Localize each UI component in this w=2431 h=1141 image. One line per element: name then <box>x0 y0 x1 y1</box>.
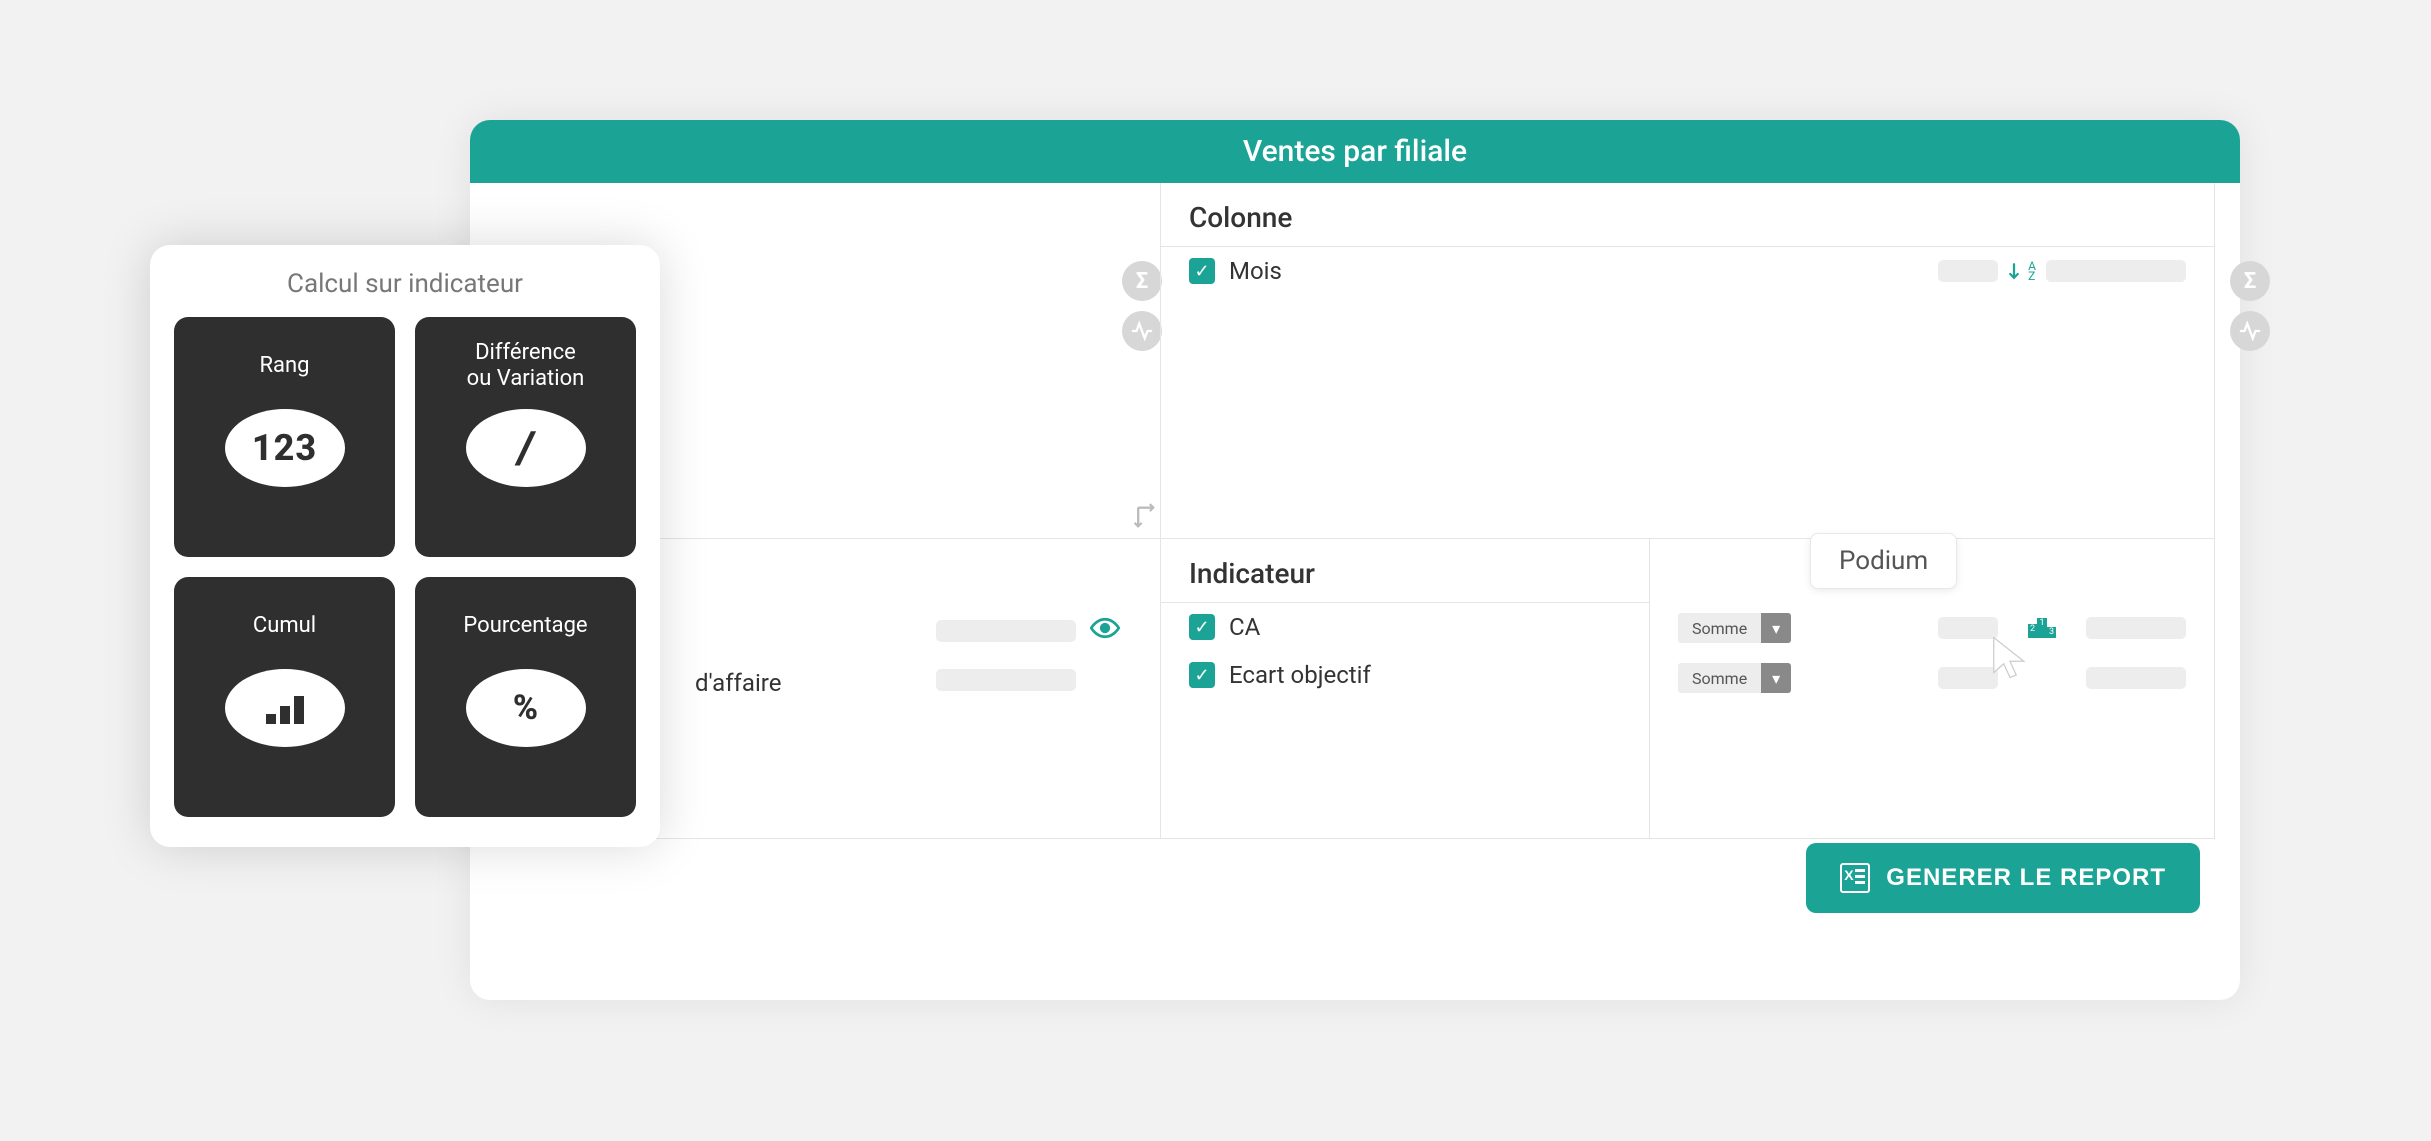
colonne-section: Colonne ✓ Mois AZ <box>1160 183 2215 539</box>
eye-icon[interactable] <box>1090 613 1120 649</box>
placeholder-pill <box>1938 617 1998 639</box>
calc-tile-rang[interactable]: Rang 123 <box>174 317 395 557</box>
builder-body: Σ Σ Colonne ✓ Mois AZ <box>470 183 2240 953</box>
placeholder-pill <box>2046 260 2186 282</box>
calcul-indicateur-panel: Calcul sur indicateur Rang 123 Différenc… <box>150 245 660 847</box>
indicateur-item-ecart[interactable]: ✓ Ecart objectif <box>1161 651 1649 699</box>
calc-tile-difference[interactable]: Différence ou Variation / <box>415 317 636 557</box>
podium-icon[interactable]: 213 <box>2028 618 2056 638</box>
swap-axes-icon[interactable] <box>1130 503 1158 537</box>
calcul-panel-title: Calcul sur indicateur <box>174 269 636 299</box>
caret-down-icon: ▾ <box>1761 613 1791 643</box>
calc-tile-symbol: % <box>466 669 586 747</box>
placeholder-pill <box>2086 667 2186 689</box>
ligne-item-label-peek: d'affaire <box>695 669 781 697</box>
checkbox-checked-icon[interactable]: ✓ <box>1189 614 1215 640</box>
calc-tile-label: Pourcentage <box>463 599 587 653</box>
pulse-right-button[interactable] <box>2230 311 2270 351</box>
calc-tile-symbol: / <box>466 409 586 487</box>
cursor-icon <box>1990 635 2030 689</box>
sort-az-icon[interactable]: AZ <box>2008 260 2036 282</box>
indicateur-section: Indicateur ✓ CA ✓ Ecart objectif <box>1160 539 1650 839</box>
caret-down-icon: ▾ <box>1761 663 1791 693</box>
aggregation-select-ca[interactable]: Somme ▾ <box>1678 613 1791 643</box>
placeholder-pill <box>1938 667 1998 689</box>
sigma-right-button[interactable]: Σ <box>2230 261 2270 301</box>
calc-tile-label: Différence ou Variation <box>467 339 585 393</box>
calc-tile-symbol: 123 <box>225 409 345 487</box>
colonne-item-label: Mois <box>1229 257 1282 285</box>
placeholder-pill <box>936 669 1076 691</box>
colonne-item-mois[interactable]: ✓ Mois AZ <box>1161 247 2214 295</box>
checkbox-checked-icon[interactable]: ✓ <box>1189 662 1215 688</box>
indicateur-heading: Indicateur <box>1161 539 1649 603</box>
calc-tile-cumul[interactable]: Cumul <box>174 577 395 817</box>
checkbox-checked-icon[interactable]: ✓ <box>1189 258 1215 284</box>
placeholder-pill <box>2086 617 2186 639</box>
indicateur-item-label: Ecart objectif <box>1229 661 1371 689</box>
indicateur-item-label: CA <box>1229 613 1260 641</box>
colonne-heading: Colonne <box>1161 183 2214 247</box>
generate-report-button[interactable]: GENERER LE REPORT <box>1806 843 2200 913</box>
generate-report-label: GENERER LE REPORT <box>1886 864 2166 892</box>
placeholder-pill <box>936 620 1076 642</box>
aggregation-select-ecart[interactable]: Somme ▾ <box>1678 663 1791 693</box>
calc-tile-label: Cumul <box>253 599 316 653</box>
placeholder-pill <box>1938 260 1998 282</box>
calc-tile-label: Rang <box>259 339 309 393</box>
indicateur-item-ca[interactable]: ✓ CA <box>1161 603 1649 651</box>
window-title: Ventes par filiale <box>470 120 2240 183</box>
report-builder-window: Ventes par filiale Σ Σ Colonne ✓ Mois <box>470 120 2240 1000</box>
podium-tooltip: Podium <box>1810 533 1957 589</box>
excel-icon <box>1840 863 1870 893</box>
calc-tile-pourcentage[interactable]: Pourcentage % <box>415 577 636 817</box>
cumul-bars-icon <box>225 669 345 747</box>
